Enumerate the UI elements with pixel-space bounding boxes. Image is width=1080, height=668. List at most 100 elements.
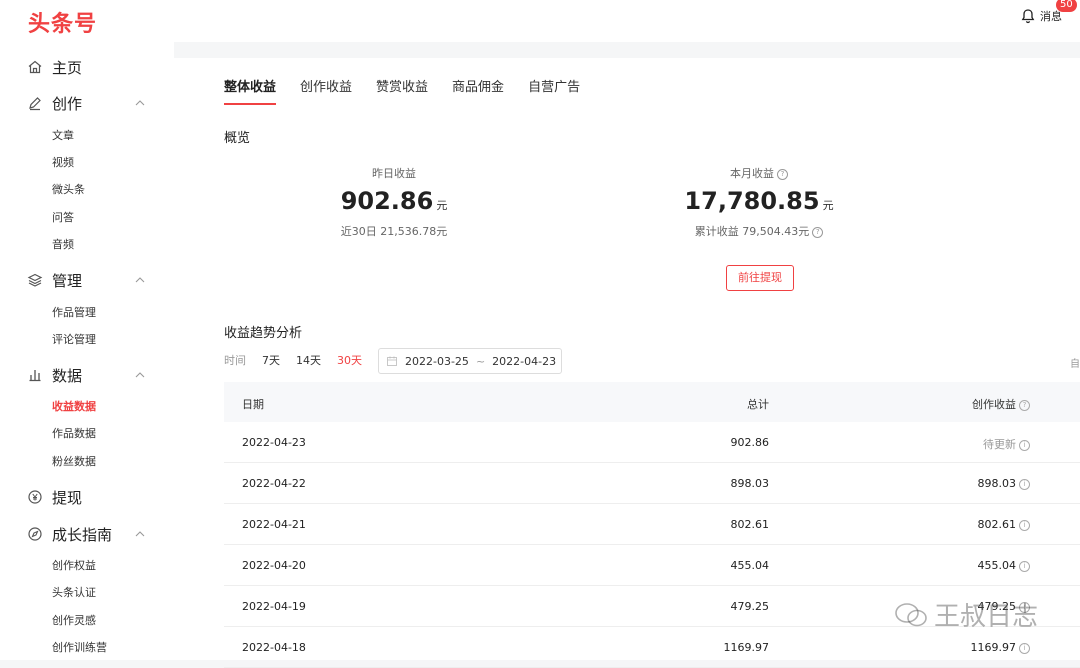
sidebar-item-micro[interactable]: 微头条: [52, 181, 85, 197]
info-icon[interactable]: i: [1019, 642, 1030, 654]
sidebar-group-label: 管理: [52, 271, 83, 290]
table-header: 日期 总计 创作收益?: [224, 382, 1080, 422]
month-sub: 累计收益 79,504.43元: [694, 225, 810, 238]
header-date: 日期: [242, 398, 264, 411]
sidebar-item-qa[interactable]: 问答: [52, 209, 74, 225]
yuan-coin-icon: [28, 490, 42, 504]
range-30d[interactable]: 30天: [337, 352, 362, 368]
sidebar-item-revenue[interactable]: 收益数据: [52, 398, 96, 414]
month-stat: 本月收益? 17,780.85 元 累计收益 79,504.43元?: [654, 165, 864, 239]
table-row: 2022-04-23 902.86 待更新 i: [224, 422, 1080, 463]
cell-creation: 待更新 i: [983, 436, 1030, 452]
table-row: 2022-04-22 898.03 898.03 i: [224, 463, 1080, 504]
header-total: 总计: [747, 398, 769, 411]
cell-creation-value: 455.04: [977, 559, 1017, 572]
info-icon[interactable]: i: [1019, 560, 1030, 572]
range-selector: 时间 7天 14天 30天: [224, 352, 378, 368]
sidebar-item-works[interactable]: 作品管理: [52, 304, 96, 320]
cell-total: 479.25: [730, 600, 770, 613]
date-start: 2022-03-25: [405, 354, 469, 368]
sidebar-item-withdraw[interactable]: 提现: [0, 482, 174, 512]
tab-ads[interactable]: 自营广告: [528, 76, 580, 105]
cell-creation-value: 1169.97: [970, 641, 1017, 654]
cell-creation: 802.61 i: [977, 518, 1030, 531]
cell-creation-value: 802.61: [977, 518, 1017, 531]
info-icon[interactable]: i: [1019, 439, 1030, 451]
date-range-picker[interactable]: 2022-03-25 ~ 2022-04-23: [378, 348, 562, 374]
tab-overall[interactable]: 整体收益: [224, 76, 277, 105]
help-icon[interactable]: ?: [1019, 399, 1030, 411]
tab-reward[interactable]: 赞赏收益: [376, 76, 428, 105]
sidebar-group-growth[interactable]: 成长指南: [0, 519, 174, 549]
cell-date: 2022-04-19: [242, 600, 306, 613]
sidebar-item-fans[interactable]: 粉丝数据: [52, 453, 96, 469]
sidebar-item-audio[interactable]: 音频: [52, 236, 74, 252]
sidebar-group-data[interactable]: 数据: [0, 360, 174, 390]
yesterday-value: 902.86 元: [294, 187, 494, 215]
info-icon[interactable]: i: [1019, 478, 1030, 490]
chevron-up-icon[interactable]: [134, 528, 146, 540]
chevron-up-icon[interactable]: [134, 369, 146, 381]
revenue-tabs: 整体收益 创作收益 赞赏收益 商品佣金 自营广告: [224, 76, 580, 105]
sidebar-group-create[interactable]: 创作: [0, 88, 174, 118]
cell-date: 2022-04-22: [242, 477, 306, 490]
sidebar-item-training[interactable]: 创作训练营: [52, 639, 107, 655]
top-bar: 头条号 消息 50: [0, 0, 1080, 42]
chevron-up-icon[interactable]: [134, 274, 146, 286]
cell-creation: 455.04 i: [977, 559, 1030, 572]
yesterday-unit: 元: [436, 199, 448, 212]
table-row: 2022-04-18 1169.97 1169.97 i: [224, 627, 1080, 668]
sidebar-item-article[interactable]: 文章: [52, 127, 74, 143]
sidebar-item-video[interactable]: 视频: [52, 154, 74, 170]
range-7d[interactable]: 7天: [262, 352, 280, 368]
sidebar-item-comments[interactable]: 评论管理: [52, 331, 96, 347]
cell-date: 2022-04-21: [242, 518, 306, 531]
pencil-icon: [29, 97, 41, 111]
yesterday-label: 昨日收益: [372, 167, 416, 180]
yesterday-stat: 昨日收益 902.86 元 近30日 21,536.78元: [294, 165, 494, 239]
header-creation-label: 创作收益: [972, 398, 1016, 411]
sidebar-item-home[interactable]: 主页: [0, 52, 174, 82]
sidebar-group-label: 创作: [52, 94, 83, 113]
month-value: 17,780.85 元: [654, 187, 864, 215]
calendar-icon: [387, 356, 397, 366]
message-button[interactable]: 消息: [1020, 8, 1062, 24]
sidebar-item-inspiration[interactable]: 创作灵感: [52, 612, 96, 628]
watermark: 王叔日志: [894, 596, 1038, 633]
sidebar-item-label: 提现: [52, 488, 83, 507]
yesterday-amount: 902.86: [340, 187, 434, 215]
cell-date: 2022-04-23: [242, 436, 306, 449]
date-separator: ~: [475, 354, 486, 368]
tab-commission[interactable]: 商品佣金: [452, 76, 504, 105]
sidebar: 主页 创作 文章 视频 微头条 问答 音频 管理 作品管理 评论管理 数据 收益…: [0, 42, 174, 660]
range-label: 时间: [224, 354, 246, 367]
month-unit: 元: [822, 199, 834, 212]
cell-date: 2022-04-18: [242, 641, 306, 654]
sidebar-group-label: 成长指南: [52, 525, 113, 544]
help-icon[interactable]: ?: [812, 226, 824, 238]
cell-creation-value: 待更新: [983, 438, 1016, 451]
range-14d[interactable]: 14天: [296, 352, 321, 368]
sidebar-item-work-data[interactable]: 作品数据: [52, 425, 96, 441]
month-amount: 17,780.85: [684, 187, 820, 215]
trend-title: 收益趋势分析: [224, 326, 303, 341]
month-sub-wrap: 累计收益 79,504.43元?: [654, 223, 864, 239]
sidebar-item-verify[interactable]: 头条认证: [52, 584, 96, 600]
logo[interactable]: 头条号: [28, 6, 97, 38]
cell-creation: 898.03 i: [978, 477, 1030, 490]
chevron-up-icon[interactable]: [134, 97, 146, 109]
cell-creation: 1169.97 i: [970, 641, 1030, 654]
sidebar-item-label: 主页: [52, 58, 83, 77]
sidebar-item-rights[interactable]: 创作权益: [52, 557, 96, 573]
sidebar-group-manage[interactable]: 管理: [0, 265, 174, 295]
cell-total: 898.03: [730, 477, 770, 490]
info-icon[interactable]: i: [1019, 519, 1030, 531]
help-icon[interactable]: ?: [777, 168, 788, 180]
compass-icon: [28, 527, 42, 541]
withdraw-button[interactable]: 前往提现: [726, 265, 794, 291]
yesterday-sub: 近30日 21,536.78元: [340, 225, 448, 238]
tab-creation[interactable]: 创作收益: [300, 76, 352, 105]
cell-total: 455.04: [730, 559, 770, 572]
month-label-wrap: 本月收益?: [654, 165, 864, 181]
date-end: 2022-04-23: [492, 354, 557, 368]
